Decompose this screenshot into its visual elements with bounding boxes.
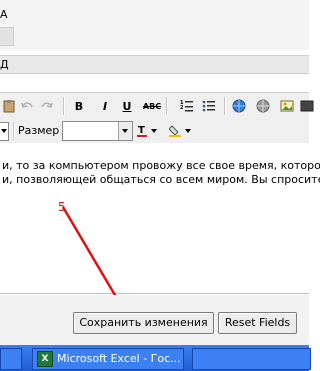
excel-icon: X: [37, 351, 53, 367]
taskbar-item-partial[interactable]: [192, 348, 311, 370]
reset-fields-button[interactable]: Reset Fields: [218, 312, 297, 334]
save-changes-button[interactable]: Сохранить изменения: [73, 312, 214, 334]
taskbar-item-excel[interactable]: X Microsoft Excel - Гос...: [32, 348, 184, 370]
form-footer: Сохранить изменения Reset Fields: [0, 295, 309, 345]
taskbar-item-partial[interactable]: [0, 348, 22, 370]
taskbar-item-label: Microsoft Excel - Гос...: [57, 352, 181, 365]
taskbar: X Microsoft Excel - Гос...: [0, 345, 311, 371]
